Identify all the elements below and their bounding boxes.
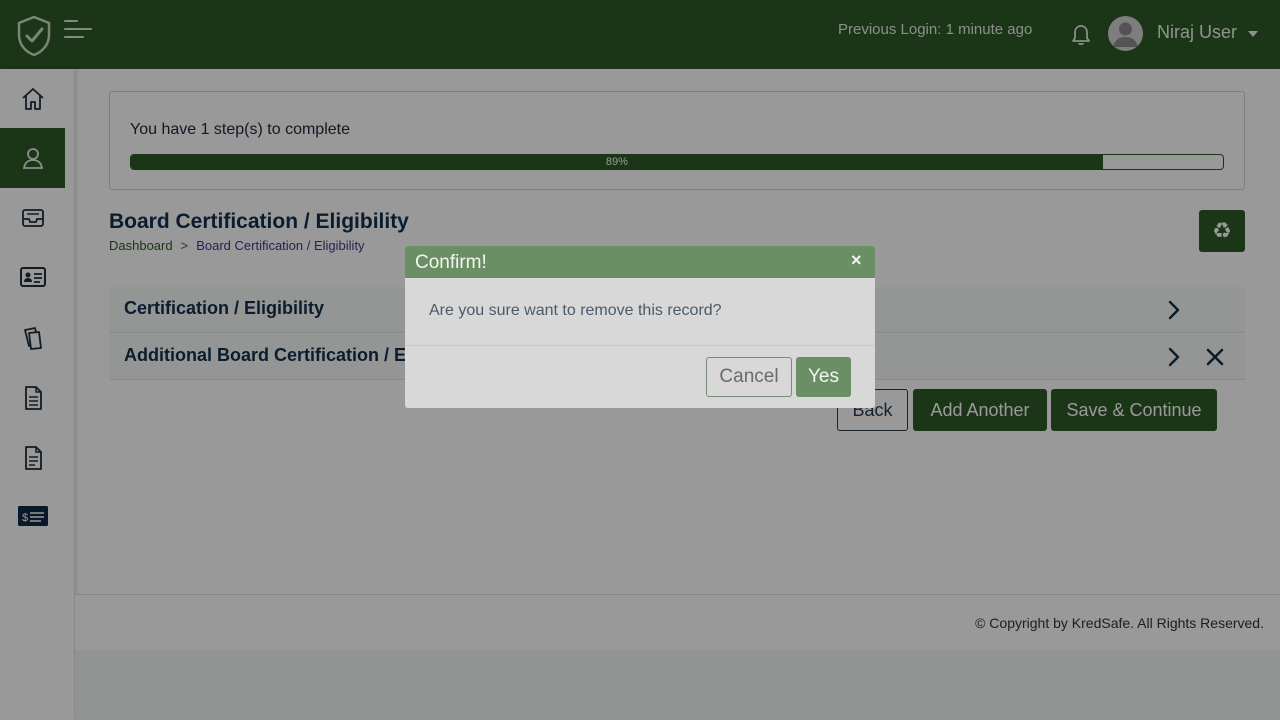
yes-button[interactable]: Yes [796, 357, 851, 397]
cancel-button[interactable]: Cancel [706, 357, 792, 397]
dialog-divider [405, 345, 875, 346]
dialog-message: Are you sure want to remove this record? [429, 302, 722, 319]
dialog-header: Confirm! × [405, 246, 875, 278]
close-icon[interactable]: × [851, 250, 862, 271]
confirm-dialog: Confirm! × Are you sure want to remove t… [405, 246, 875, 408]
dialog-title: Confirm! [415, 252, 487, 273]
